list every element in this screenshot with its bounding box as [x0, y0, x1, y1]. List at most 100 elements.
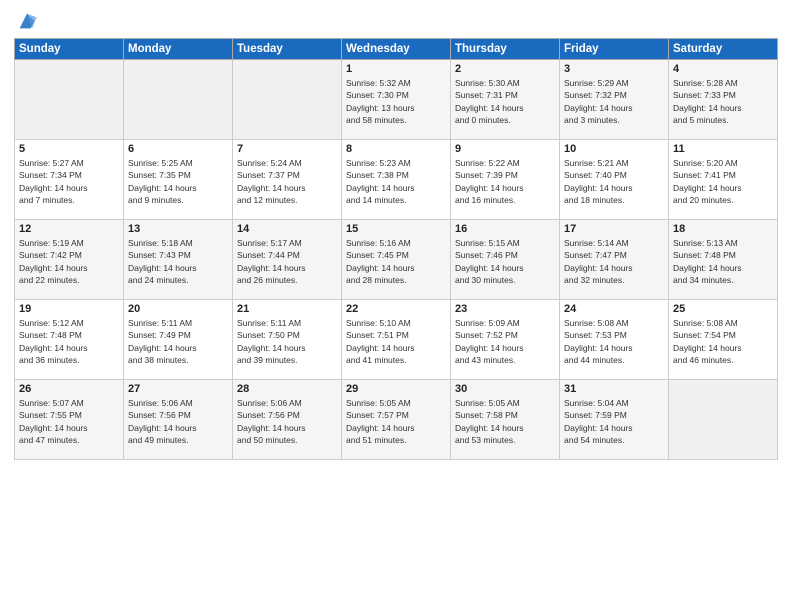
day-number: 26 [19, 383, 119, 395]
day-info: Sunrise: 5:13 AM Sunset: 7:48 PM Dayligh… [673, 237, 773, 286]
day-info: Sunrise: 5:08 AM Sunset: 7:54 PM Dayligh… [673, 317, 773, 366]
day-info: Sunrise: 5:28 AM Sunset: 7:33 PM Dayligh… [673, 77, 773, 126]
day-number: 1 [346, 63, 446, 75]
calendar-cell: 29 Sunrise: 5:05 AM Sunset: 7:57 PM Dayli… [342, 380, 451, 460]
day-number: 24 [564, 303, 664, 315]
day-info: Sunrise: 5:07 AM Sunset: 7:55 PM Dayligh… [19, 397, 119, 446]
calendar-cell: 5 Sunrise: 5:27 AM Sunset: 7:34 PM Daylig… [15, 140, 124, 220]
calendar-cell: 28Sunrise: 5:06 AM Sunset: 7:56 PM Dayli… [233, 380, 342, 460]
calendar-cell: 4 Sunrise: 5:28 AM Sunset: 7:33 PM Daylig… [669, 60, 778, 140]
logo [14, 14, 38, 32]
day-number: 14 [237, 223, 337, 235]
day-info: Sunrise: 5:32 AM Sunset: 7:30 PM Dayligh… [346, 77, 446, 126]
calendar-table: SundayMondayTuesdayWednesdayThursdayFrid… [14, 38, 778, 460]
day-number: 21 [237, 303, 337, 315]
header [14, 10, 778, 32]
day-number: 10 [564, 143, 664, 155]
day-info: Sunrise: 5:22 AM Sunset: 7:39 PM Dayligh… [455, 157, 555, 206]
calendar-cell: 1 Sunrise: 5:32 AM Sunset: 7:30 PM Daylig… [342, 60, 451, 140]
day-number: 17 [564, 223, 664, 235]
calendar-cell: 6 Sunrise: 5:25 AM Sunset: 7:35 PM Daylig… [124, 140, 233, 220]
day-number: 20 [128, 303, 228, 315]
day-info: Sunrise: 5:16 AM Sunset: 7:45 PM Dayligh… [346, 237, 446, 286]
day-info: Sunrise: 5:19 AM Sunset: 7:42 PM Dayligh… [19, 237, 119, 286]
weekday-header: Monday [124, 39, 233, 60]
calendar-cell: 27 Sunrise: 5:06 AM Sunset: 7:56 PM Dayli… [124, 380, 233, 460]
calendar-cell [124, 60, 233, 140]
day-number: 29 [346, 383, 446, 395]
day-number: 3 [564, 63, 664, 75]
calendar-cell: 20 Sunrise: 5:11 AM Sunset: 7:49 PM Dayli… [124, 300, 233, 380]
day-number: 25 [673, 303, 773, 315]
calendar-cell: 12 Sunrise: 5:19 AM Sunset: 7:42 PM Dayli… [15, 220, 124, 300]
day-info: Sunrise: 5:11 AM Sunset: 7:49 PM Dayligh… [128, 317, 228, 366]
calendar-cell: 7 Sunrise: 5:24 AM Sunset: 7:37 PM Daylig… [233, 140, 342, 220]
day-info: Sunrise: 5:20 AM Sunset: 7:41 PM Dayligh… [673, 157, 773, 206]
calendar-cell: 11 Sunrise: 5:20 AM Sunset: 7:41 PM Dayli… [669, 140, 778, 220]
calendar-cell: 3Sunrise: 5:29 AM Sunset: 7:32 PM Daylig… [560, 60, 669, 140]
day-info: Sunrise: 5:23 AM Sunset: 7:38 PM Dayligh… [346, 157, 446, 206]
day-number: 31 [564, 383, 664, 395]
day-info: Sunrise: 5:14 AM Sunset: 7:47 PM Dayligh… [564, 237, 664, 286]
calendar-cell: 10 Sunrise: 5:21 AM Sunset: 7:40 PM Dayli… [560, 140, 669, 220]
day-number: 6 [128, 143, 228, 155]
calendar-cell: 24 Sunrise: 5:08 AM Sunset: 7:53 PM Dayli… [560, 300, 669, 380]
day-info: Sunrise: 5:24 AM Sunset: 7:37 PM Dayligh… [237, 157, 337, 206]
day-info: Sunrise: 5:06 AM Sunset: 7:56 PM Dayligh… [128, 397, 228, 446]
weekday-header: Sunday [15, 39, 124, 60]
calendar-cell: 25 Sunrise: 5:08 AM Sunset: 7:54 PM Dayli… [669, 300, 778, 380]
calendar-cell: 16Sunrise: 5:15 AM Sunset: 7:46 PM Dayli… [451, 220, 560, 300]
day-info: Sunrise: 5:15 AM Sunset: 7:46 PM Dayligh… [455, 237, 555, 286]
day-number: 15 [346, 223, 446, 235]
weekday-header: Thursday [451, 39, 560, 60]
day-number: 30 [455, 383, 555, 395]
calendar-week-row: 1 Sunrise: 5:32 AM Sunset: 7:30 PM Daylig… [15, 60, 778, 140]
calendar-cell: 8Sunrise: 5:23 AM Sunset: 7:38 PM Daylig… [342, 140, 451, 220]
weekday-header: Friday [560, 39, 669, 60]
calendar-week-row: 5 Sunrise: 5:27 AM Sunset: 7:34 PM Daylig… [15, 140, 778, 220]
day-info: Sunrise: 5:27 AM Sunset: 7:34 PM Dayligh… [19, 157, 119, 206]
calendar-cell: 31 Sunrise: 5:04 AM Sunset: 7:59 PM Dayli… [560, 380, 669, 460]
day-number: 12 [19, 223, 119, 235]
day-number: 11 [673, 143, 773, 155]
day-number: 13 [128, 223, 228, 235]
calendar-week-row: 19Sunrise: 5:12 AM Sunset: 7:48 PM Dayli… [15, 300, 778, 380]
calendar-cell: 19Sunrise: 5:12 AM Sunset: 7:48 PM Dayli… [15, 300, 124, 380]
day-info: Sunrise: 5:18 AM Sunset: 7:43 PM Dayligh… [128, 237, 228, 286]
day-info: Sunrise: 5:04 AM Sunset: 7:59 PM Dayligh… [564, 397, 664, 446]
day-info: Sunrise: 5:08 AM Sunset: 7:53 PM Dayligh… [564, 317, 664, 366]
calendar-cell: 18Sunrise: 5:13 AM Sunset: 7:48 PM Dayli… [669, 220, 778, 300]
calendar-week-row: 12 Sunrise: 5:19 AM Sunset: 7:42 PM Dayli… [15, 220, 778, 300]
day-info: Sunrise: 5:12 AM Sunset: 7:48 PM Dayligh… [19, 317, 119, 366]
day-number: 7 [237, 143, 337, 155]
calendar-cell: 30 Sunrise: 5:05 AM Sunset: 7:58 PM Dayli… [451, 380, 560, 460]
day-info: Sunrise: 5:06 AM Sunset: 7:56 PM Dayligh… [237, 397, 337, 446]
calendar-cell: 13 Sunrise: 5:18 AM Sunset: 7:43 PM Dayli… [124, 220, 233, 300]
day-number: 4 [673, 63, 773, 75]
day-info: Sunrise: 5:21 AM Sunset: 7:40 PM Dayligh… [564, 157, 664, 206]
calendar-cell: 21Sunrise: 5:11 AM Sunset: 7:50 PM Dayli… [233, 300, 342, 380]
day-number: 23 [455, 303, 555, 315]
calendar-cell: 2 Sunrise: 5:30 AM Sunset: 7:31 PM Daylig… [451, 60, 560, 140]
day-info: Sunrise: 5:05 AM Sunset: 7:57 PM Dayligh… [346, 397, 446, 446]
calendar-cell: 15 Sunrise: 5:16 AM Sunset: 7:45 PM Dayli… [342, 220, 451, 300]
day-info: Sunrise: 5:05 AM Sunset: 7:58 PM Dayligh… [455, 397, 555, 446]
calendar-cell [669, 380, 778, 460]
day-number: 9 [455, 143, 555, 155]
weekday-header: Wednesday [342, 39, 451, 60]
day-info: Sunrise: 5:25 AM Sunset: 7:35 PM Dayligh… [128, 157, 228, 206]
weekday-header-row: SundayMondayTuesdayWednesdayThursdayFrid… [15, 39, 778, 60]
calendar-cell: 17 Sunrise: 5:14 AM Sunset: 7:47 PM Dayli… [560, 220, 669, 300]
day-info: Sunrise: 5:10 AM Sunset: 7:51 PM Dayligh… [346, 317, 446, 366]
day-number: 5 [19, 143, 119, 155]
day-number: 27 [128, 383, 228, 395]
day-number: 2 [455, 63, 555, 75]
day-number: 22 [346, 303, 446, 315]
calendar-cell: 9 Sunrise: 5:22 AM Sunset: 7:39 PM Daylig… [451, 140, 560, 220]
main-container: SundayMondayTuesdayWednesdayThursdayFrid… [0, 0, 792, 468]
calendar-cell [15, 60, 124, 140]
calendar-cell [233, 60, 342, 140]
logo-icon [16, 10, 38, 32]
day-info: Sunrise: 5:30 AM Sunset: 7:31 PM Dayligh… [455, 77, 555, 126]
day-info: Sunrise: 5:09 AM Sunset: 7:52 PM Dayligh… [455, 317, 555, 366]
